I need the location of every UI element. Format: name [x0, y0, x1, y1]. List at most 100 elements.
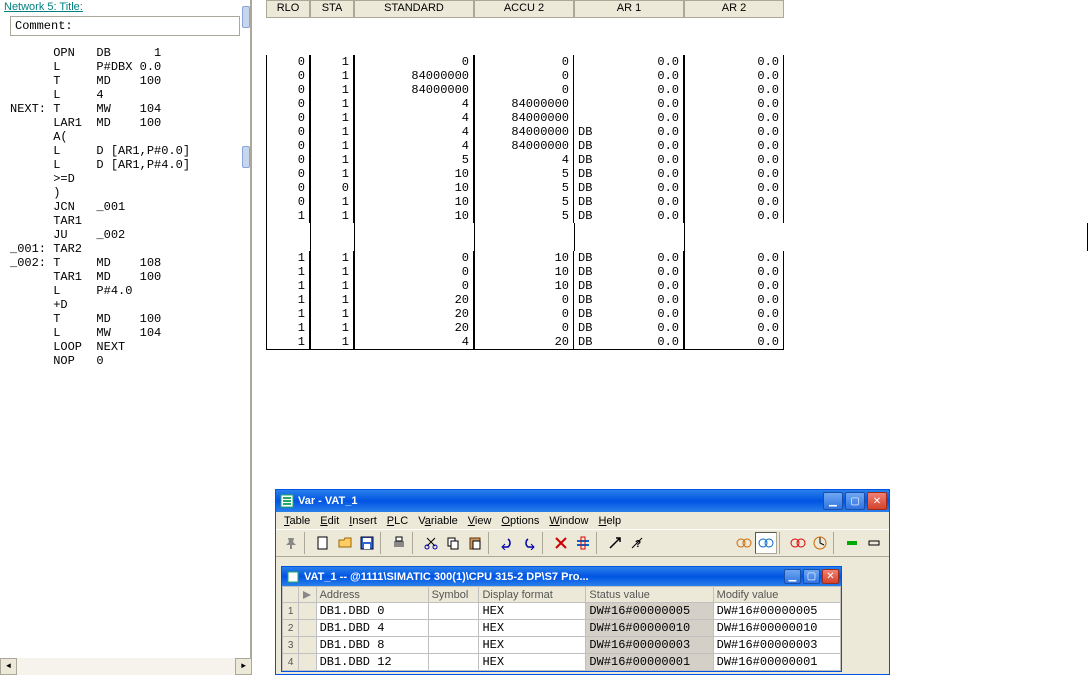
cell-address[interactable]: DB1.DBD 4 — [316, 620, 428, 637]
menu-edit[interactable]: Edit — [316, 514, 343, 528]
grid-row[interactable]: 3 DB1.DBD 8 HEX DW#16#00000003 DW#16#000… — [283, 637, 841, 654]
cell-address[interactable]: DB1.DBD 0 — [316, 603, 428, 620]
menu-table[interactable]: Table — [280, 514, 314, 528]
cell-standard: 84000000 — [354, 83, 474, 97]
scroll-nub[interactable] — [242, 146, 250, 168]
cell-db: DB — [574, 167, 614, 181]
force-on-icon[interactable] — [841, 532, 863, 554]
grid-row[interactable]: 4 DB1.DBD 12 HEX DW#16#00000001 DW#16#00… — [283, 654, 841, 671]
hdr-format[interactable]: Display format — [479, 587, 586, 603]
cell-ar2: 0.0 — [684, 209, 784, 223]
cell-sta: 1 — [310, 69, 354, 83]
code-panel: Network 5: Title: Comment: OPN DB 1 L P#… — [0, 0, 252, 675]
cell-standard: 4 — [354, 111, 474, 125]
cell-ar1: 0.0 — [614, 265, 684, 279]
insert-row-icon[interactable] — [572, 532, 594, 554]
monitor-active-icon[interactable] — [755, 532, 777, 554]
new-icon[interactable] — [312, 532, 334, 554]
cell-sta: 1 — [310, 167, 354, 181]
vat-toolbar: ? — [276, 529, 889, 557]
cell-rownum: 1 — [283, 603, 299, 620]
cell-format[interactable]: HEX — [479, 620, 586, 637]
doc-minimize-button[interactable]: ▁ — [784, 569, 801, 584]
status-row: 1 1 20 0 DB 0.0 0.0 — [266, 321, 1088, 335]
vat-grid[interactable]: Address Symbol Display format Status val… — [282, 586, 841, 671]
cell-rlo: 0 — [266, 153, 310, 167]
col-header-sta[interactable]: STA — [310, 0, 354, 18]
col-header-ar1[interactable]: AR 1 — [574, 0, 684, 18]
monitor-icon[interactable] — [733, 532, 755, 554]
col-header-rlo[interactable]: RLO — [266, 0, 310, 18]
hdr-status-value[interactable]: Status value — [586, 587, 713, 603]
doc-maximize-button[interactable]: ▢ — [803, 569, 820, 584]
menu-view[interactable]: View — [464, 514, 496, 528]
cell-ar2: 0.0 — [684, 167, 784, 181]
help-icon[interactable]: ? — [626, 532, 648, 554]
cell-symbol[interactable] — [428, 603, 479, 620]
trigger-icon[interactable] — [809, 532, 831, 554]
cell-symbol[interactable] — [428, 654, 479, 671]
menu-variable[interactable]: Variable — [414, 514, 462, 528]
close-button[interactable]: ✕ — [867, 492, 887, 510]
maximize-button[interactable]: ▢ — [845, 492, 865, 510]
print-icon[interactable] — [388, 532, 410, 554]
scroll-nub[interactable] — [242, 6, 250, 28]
col-header-ar2[interactable]: AR 2 — [684, 0, 784, 18]
col-header-standard[interactable]: STANDARD — [354, 0, 474, 18]
menu-plc[interactable]: PLC — [383, 514, 412, 528]
delete-icon[interactable] — [550, 532, 572, 554]
cell-db: DB — [574, 265, 614, 279]
cell-address[interactable]: DB1.DBD 8 — [316, 637, 428, 654]
hdr-modify-value[interactable]: Modify value — [713, 587, 840, 603]
menu-help[interactable]: Help — [594, 514, 625, 528]
comment-box[interactable]: Comment: — [10, 16, 240, 36]
menu-window[interactable]: Window — [545, 514, 592, 528]
cell-modify-value[interactable]: DW#16#00000010 — [713, 620, 840, 637]
menu-insert[interactable]: Insert — [345, 514, 381, 528]
cell-symbol[interactable] — [428, 620, 479, 637]
scroll-track[interactable] — [17, 658, 235, 675]
cell-db: DB — [574, 321, 614, 335]
cell-address[interactable]: DB1.DBD 12 — [316, 654, 428, 671]
status-row: 0 1 84000000 0 0.0 0.0 — [266, 69, 1088, 83]
cell-symbol[interactable] — [428, 637, 479, 654]
hdr-address[interactable]: Address — [316, 587, 428, 603]
undo-icon[interactable] — [496, 532, 518, 554]
cell-modify-value[interactable]: DW#16#00000005 — [713, 603, 840, 620]
cell-modify-value[interactable]: DW#16#00000001 — [713, 654, 840, 671]
cell-db — [574, 97, 614, 111]
modify-icon[interactable] — [787, 532, 809, 554]
hscrollbar[interactable]: ◄ ► — [0, 658, 252, 675]
cell-rlo: 0 — [266, 125, 310, 139]
scroll-right-button[interactable]: ► — [235, 658, 252, 675]
goto-icon[interactable] — [604, 532, 626, 554]
menu-options[interactable]: Options — [497, 514, 543, 528]
col-header-accu2[interactable]: ACCU 2 — [474, 0, 574, 18]
cell-db: DB — [574, 209, 614, 223]
cell-format[interactable]: HEX — [479, 654, 586, 671]
copy-icon[interactable] — [442, 532, 464, 554]
cell-accu2: 10 — [474, 251, 574, 265]
cell-rlo: 1 — [266, 209, 310, 223]
save-icon[interactable] — [356, 532, 378, 554]
grid-row[interactable]: 1 DB1.DBD 0 HEX DW#16#00000005 DW#16#000… — [283, 603, 841, 620]
doc-close-button[interactable]: ✕ — [822, 569, 839, 584]
cell-format[interactable]: HEX — [479, 603, 586, 620]
redo-icon[interactable] — [518, 532, 540, 554]
scroll-left-button[interactable]: ◄ — [0, 658, 17, 675]
vat-doc-titlebar[interactable]: VAT_1 -- @1111\SIMATIC 300(1)\CPU 315-2 … — [282, 567, 841, 586]
cut-icon[interactable] — [420, 532, 442, 554]
force-off-icon[interactable] — [863, 532, 885, 554]
vat-titlebar[interactable]: Var - VAT_1 ▁ ▢ ✕ — [276, 490, 889, 512]
cell-rlo: 0 — [266, 83, 310, 97]
cell-format[interactable]: HEX — [479, 637, 586, 654]
cell-modify-value[interactable]: DW#16#00000003 — [713, 637, 840, 654]
hdr-symbol[interactable]: Symbol — [428, 587, 479, 603]
grid-row[interactable]: 2 DB1.DBD 4 HEX DW#16#00000010 DW#16#000… — [283, 620, 841, 637]
stl-code[interactable]: OPN DB 1 L P#DBX 0.0 T MD 100 L 4 NEXT: … — [0, 40, 250, 370]
open-icon[interactable] — [334, 532, 356, 554]
pin-icon[interactable] — [280, 532, 302, 554]
cell-db: DB — [574, 251, 614, 265]
paste-icon[interactable] — [464, 532, 486, 554]
minimize-button[interactable]: ▁ — [823, 492, 843, 510]
